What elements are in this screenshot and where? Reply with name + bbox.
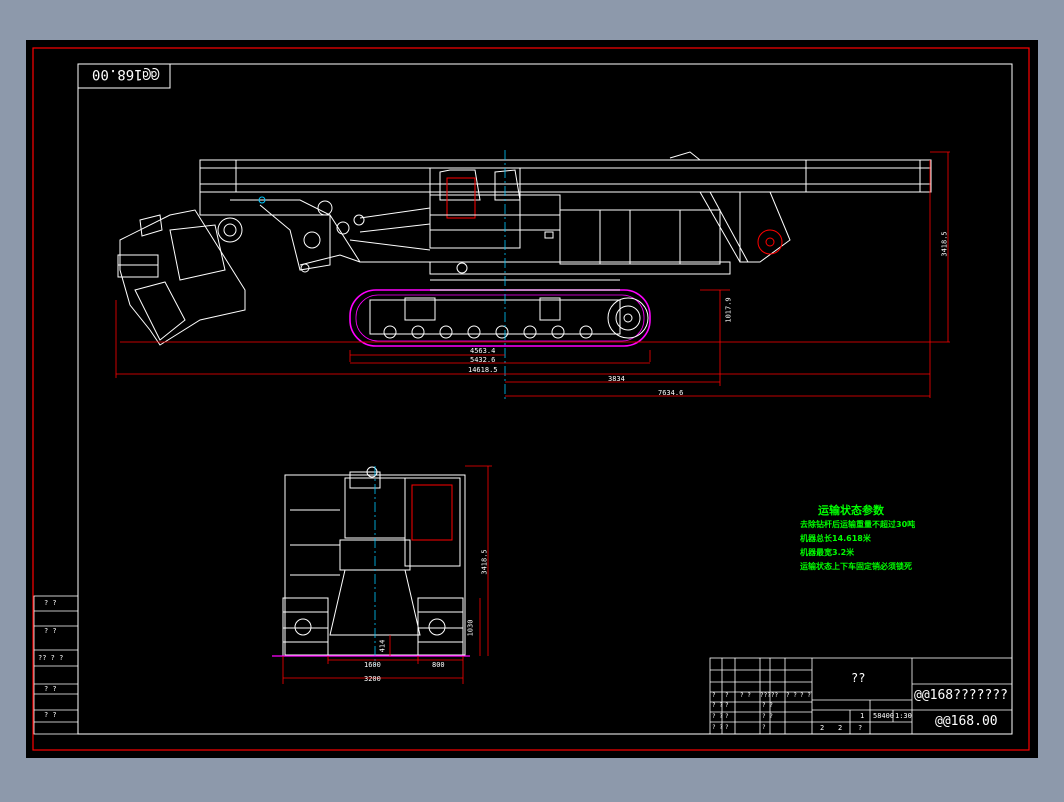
notes-line-1: 去除钻杆后运输重量不超过30吨 (800, 520, 916, 529)
left-strip-label-3: ?? ? ? (38, 654, 64, 662)
drawing-canvas (26, 40, 1038, 758)
left-strip-label-5: ? ? (44, 711, 57, 719)
tb-row-d-4: 2 (820, 724, 825, 732)
tb-row-b-3: ? ? (762, 702, 773, 709)
dim-side-height-1017: 1017.9 (724, 297, 733, 323)
notes-line-2: 机器总长14.618米 (800, 534, 871, 543)
tb-row-d-5: 2 (838, 724, 843, 732)
tb-row-c-1: ? ? (712, 713, 723, 720)
dim-side-14618: 14618.5 (468, 366, 498, 374)
notes-line-4: 运输状态上下车固定销必须锁死 (800, 562, 912, 571)
dim-front-1600: 1600 (364, 661, 381, 669)
tb-row-a-6: ? ? (786, 692, 797, 699)
tb-row-a-7: ? ? (800, 692, 811, 699)
dim-side-3834: 3834 (608, 375, 625, 383)
tb-row-a-5: ????? (760, 692, 779, 699)
dim-front-height-414: 414 (378, 639, 387, 653)
dim-side-7634: 7634.6 (658, 389, 684, 397)
left-strip-label-4: ? ? (44, 685, 57, 693)
dim-front-height-3418: 3418.5 (480, 549, 489, 575)
cad-viewport: @@168.00 4563.4 5432.6 14618.5 3834 7634… (0, 0, 1064, 798)
paper-sheet (26, 40, 1038, 758)
tb-row-a-2: ? (725, 692, 729, 699)
drawing-code: @@168.00 (935, 714, 998, 729)
tb-row-d-6: ? (858, 724, 863, 732)
dim-side-5432: 5432.6 (470, 356, 496, 364)
tb-row-c-2: ? (725, 713, 729, 720)
dim-side-height-3418: 3418.5 (940, 231, 949, 257)
dim-side-4563: 4563.4 (470, 347, 496, 355)
dim-front-height-1030: 1030 (466, 619, 475, 637)
tb-row-b-1: ? ? (712, 702, 723, 709)
left-strip-label-1: ? ? (44, 599, 57, 607)
drawing-code-mirrored: @@168.00 (92, 66, 160, 82)
left-strip-label-2: ? ? (44, 627, 57, 635)
tb-row-a-1: ? (712, 692, 716, 699)
tb-scale-ratio: 1:30 (895, 712, 912, 720)
dim-front-800: 800 (432, 661, 445, 669)
tb-row-b-2: ? (725, 702, 729, 709)
notes-line-3: 机器最宽3.2米 (800, 548, 855, 557)
tb-row-d-2: ? (725, 724, 729, 731)
tb-row-d-3: ? (762, 724, 766, 731)
notes-heading: 运输状态参数 (818, 504, 884, 517)
tb-scale-qty: 1 (860, 712, 865, 720)
drawing-title: @@168??????? (914, 688, 1008, 703)
tb-row-a-3: ? ? (740, 692, 751, 699)
tb-scale-weight: 58400 (873, 712, 895, 720)
tb-row-d-1: ? ? (712, 724, 723, 731)
title-block-center: ?? (851, 671, 866, 685)
tb-row-c-3: ? ? (762, 713, 773, 720)
dim-front-3200: 3200 (364, 675, 381, 683)
